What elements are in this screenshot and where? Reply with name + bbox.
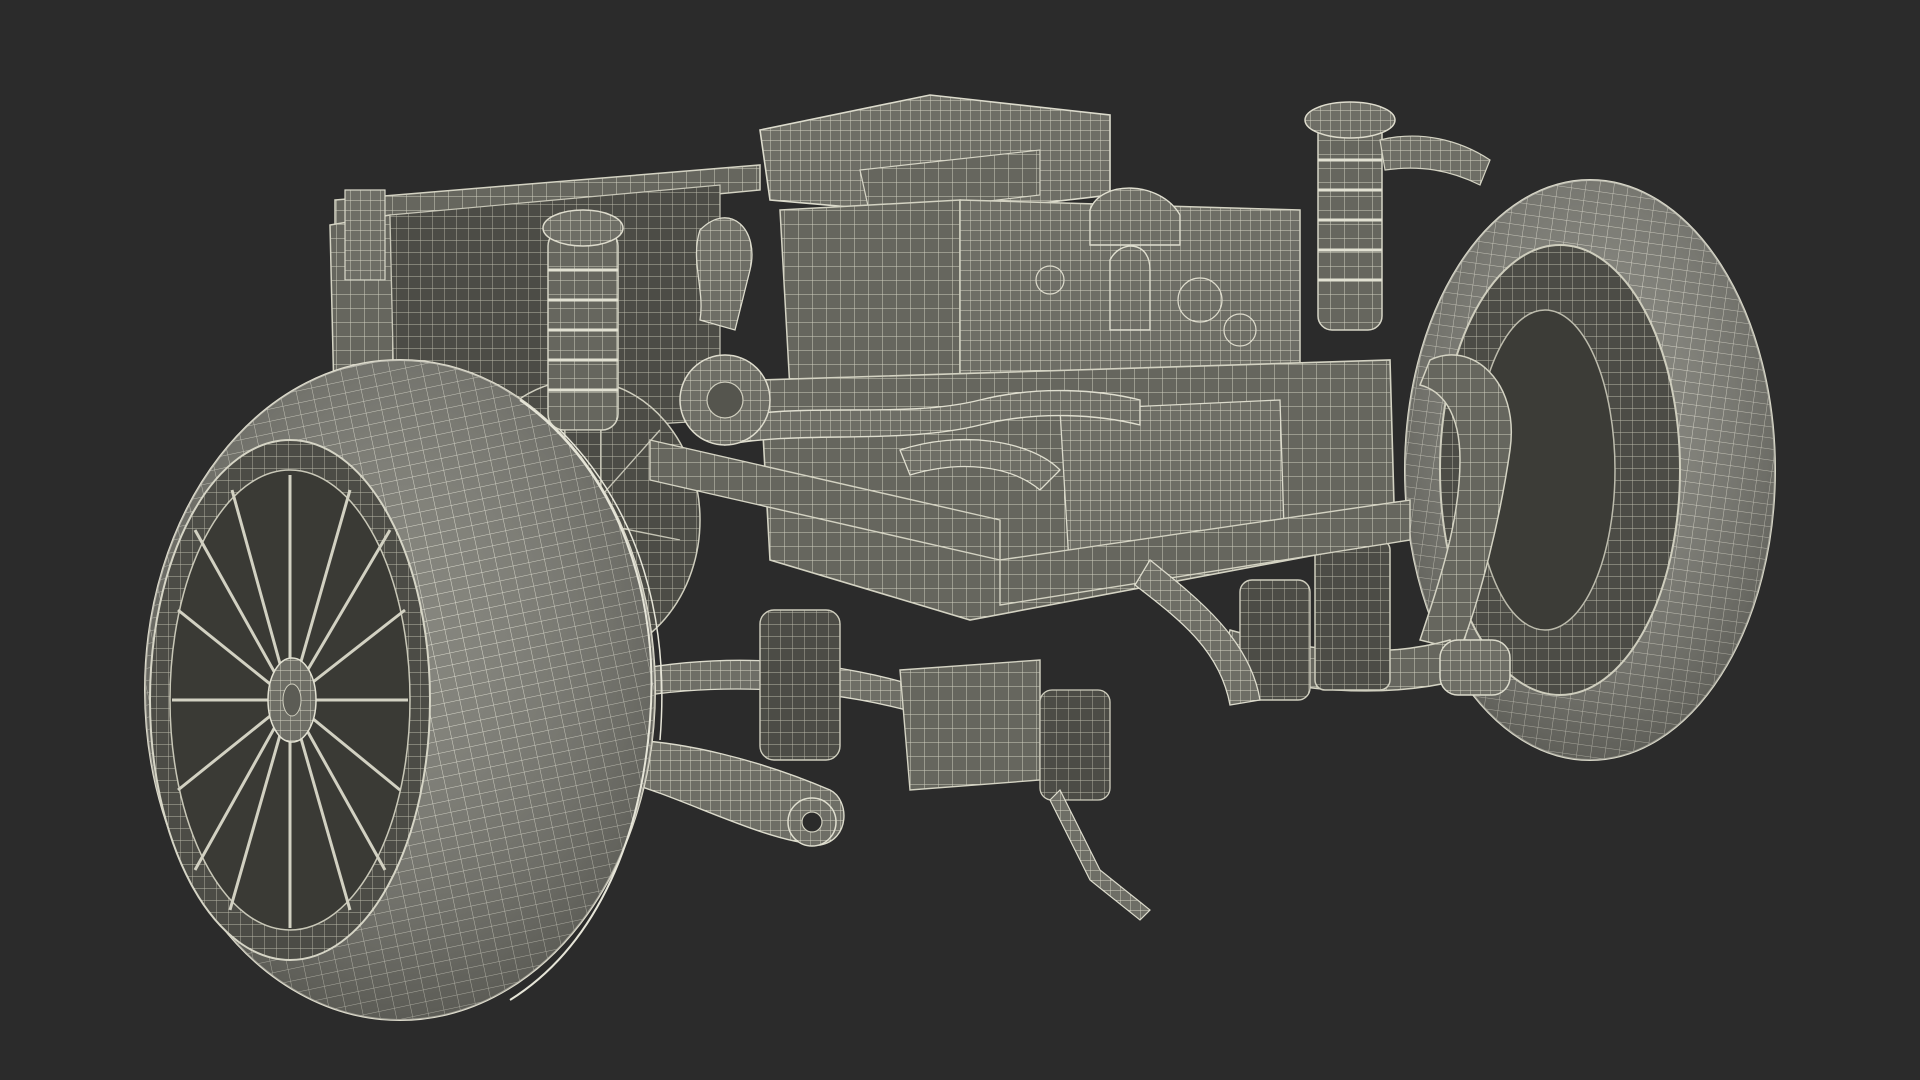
wireframe-render [0, 0, 1920, 1080]
right-coil-spring [1304, 101, 1396, 331]
left-wheel-rim [149, 439, 431, 961]
